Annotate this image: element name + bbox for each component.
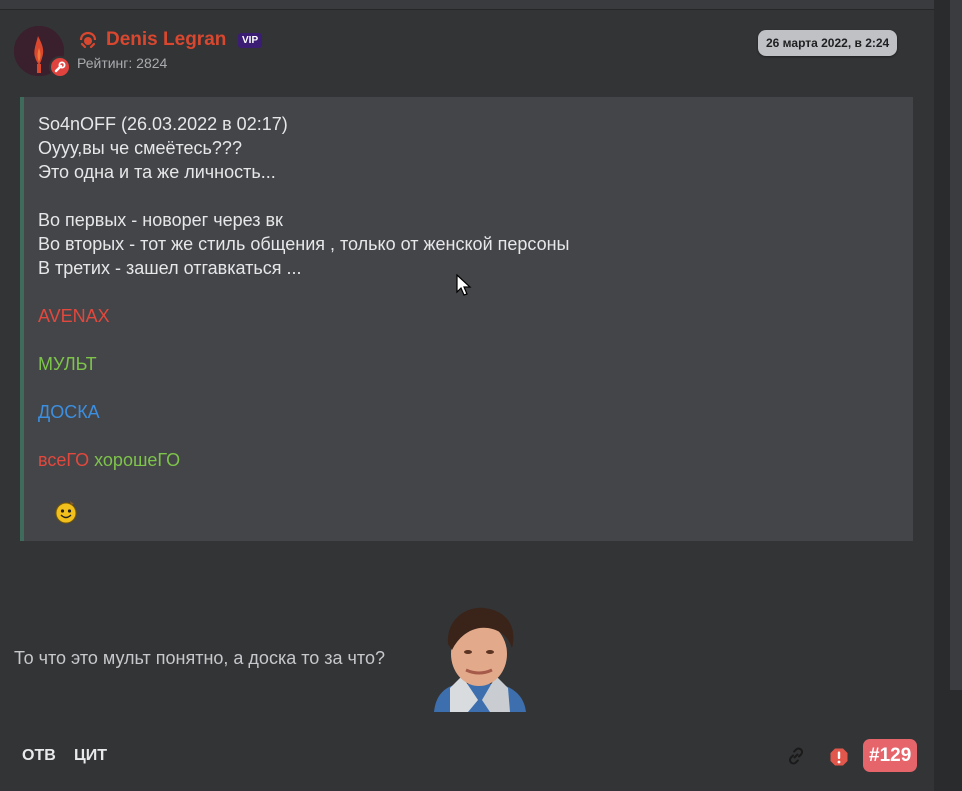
quote-vsego-line: всеГО хорошеГО	[38, 448, 180, 472]
quote-line: Во первых - новорег через вк	[38, 210, 283, 230]
post-text: То что это мульт понятно, а доска то за …	[14, 648, 385, 668]
vip-badge: VIP	[238, 33, 263, 48]
mouse-cursor-icon	[456, 274, 472, 296]
smiley-icon	[55, 501, 77, 524]
link-icon[interactable]	[786, 746, 806, 766]
wrench-icon	[49, 56, 71, 78]
reply-button[interactable]: ОТВ	[22, 746, 56, 766]
quote-horoshego: хорошеГО	[94, 450, 181, 470]
meme-face-image	[434, 607, 526, 712]
author-rating: Рейтинг: 2824	[77, 55, 168, 71]
post-date: 26 марта 2022, в 2:24	[758, 30, 898, 56]
user-rank-icon	[79, 31, 97, 49]
author-name[interactable]: Denis Legran	[106, 28, 226, 52]
quote-doska: ДОСКА	[38, 402, 100, 422]
quote-block: So4nOFF (26.03.2022 в 02:17) Оууу,вы че …	[20, 97, 913, 541]
post-number-badge[interactable]: #129	[863, 739, 918, 772]
quote-line: Это одна и та же личность...	[38, 162, 276, 182]
quote-line: Оууу,вы че смеётесь???	[38, 138, 242, 158]
quote-source: So4nOFF (26.03.2022 в 02:17)	[38, 114, 288, 134]
quote-button[interactable]: ЦИТ	[74, 746, 107, 766]
page: Denis Legran VIP Рейтинг: 2824 26 марта …	[0, 0, 962, 791]
quote-avenax: AVENAX	[38, 306, 110, 326]
quote-vsego: всеГО	[38, 450, 90, 470]
quote-line: Во вторых - тот же стиль общения , тольк…	[38, 234, 570, 254]
previous-post-edge	[0, 0, 934, 10]
quote-mult: МУЛЬТ	[38, 354, 97, 374]
report-icon[interactable]	[829, 747, 849, 767]
scrollbar[interactable]	[950, 0, 962, 690]
quote-line: В третих - зашел отгавкаться ...	[38, 258, 302, 278]
